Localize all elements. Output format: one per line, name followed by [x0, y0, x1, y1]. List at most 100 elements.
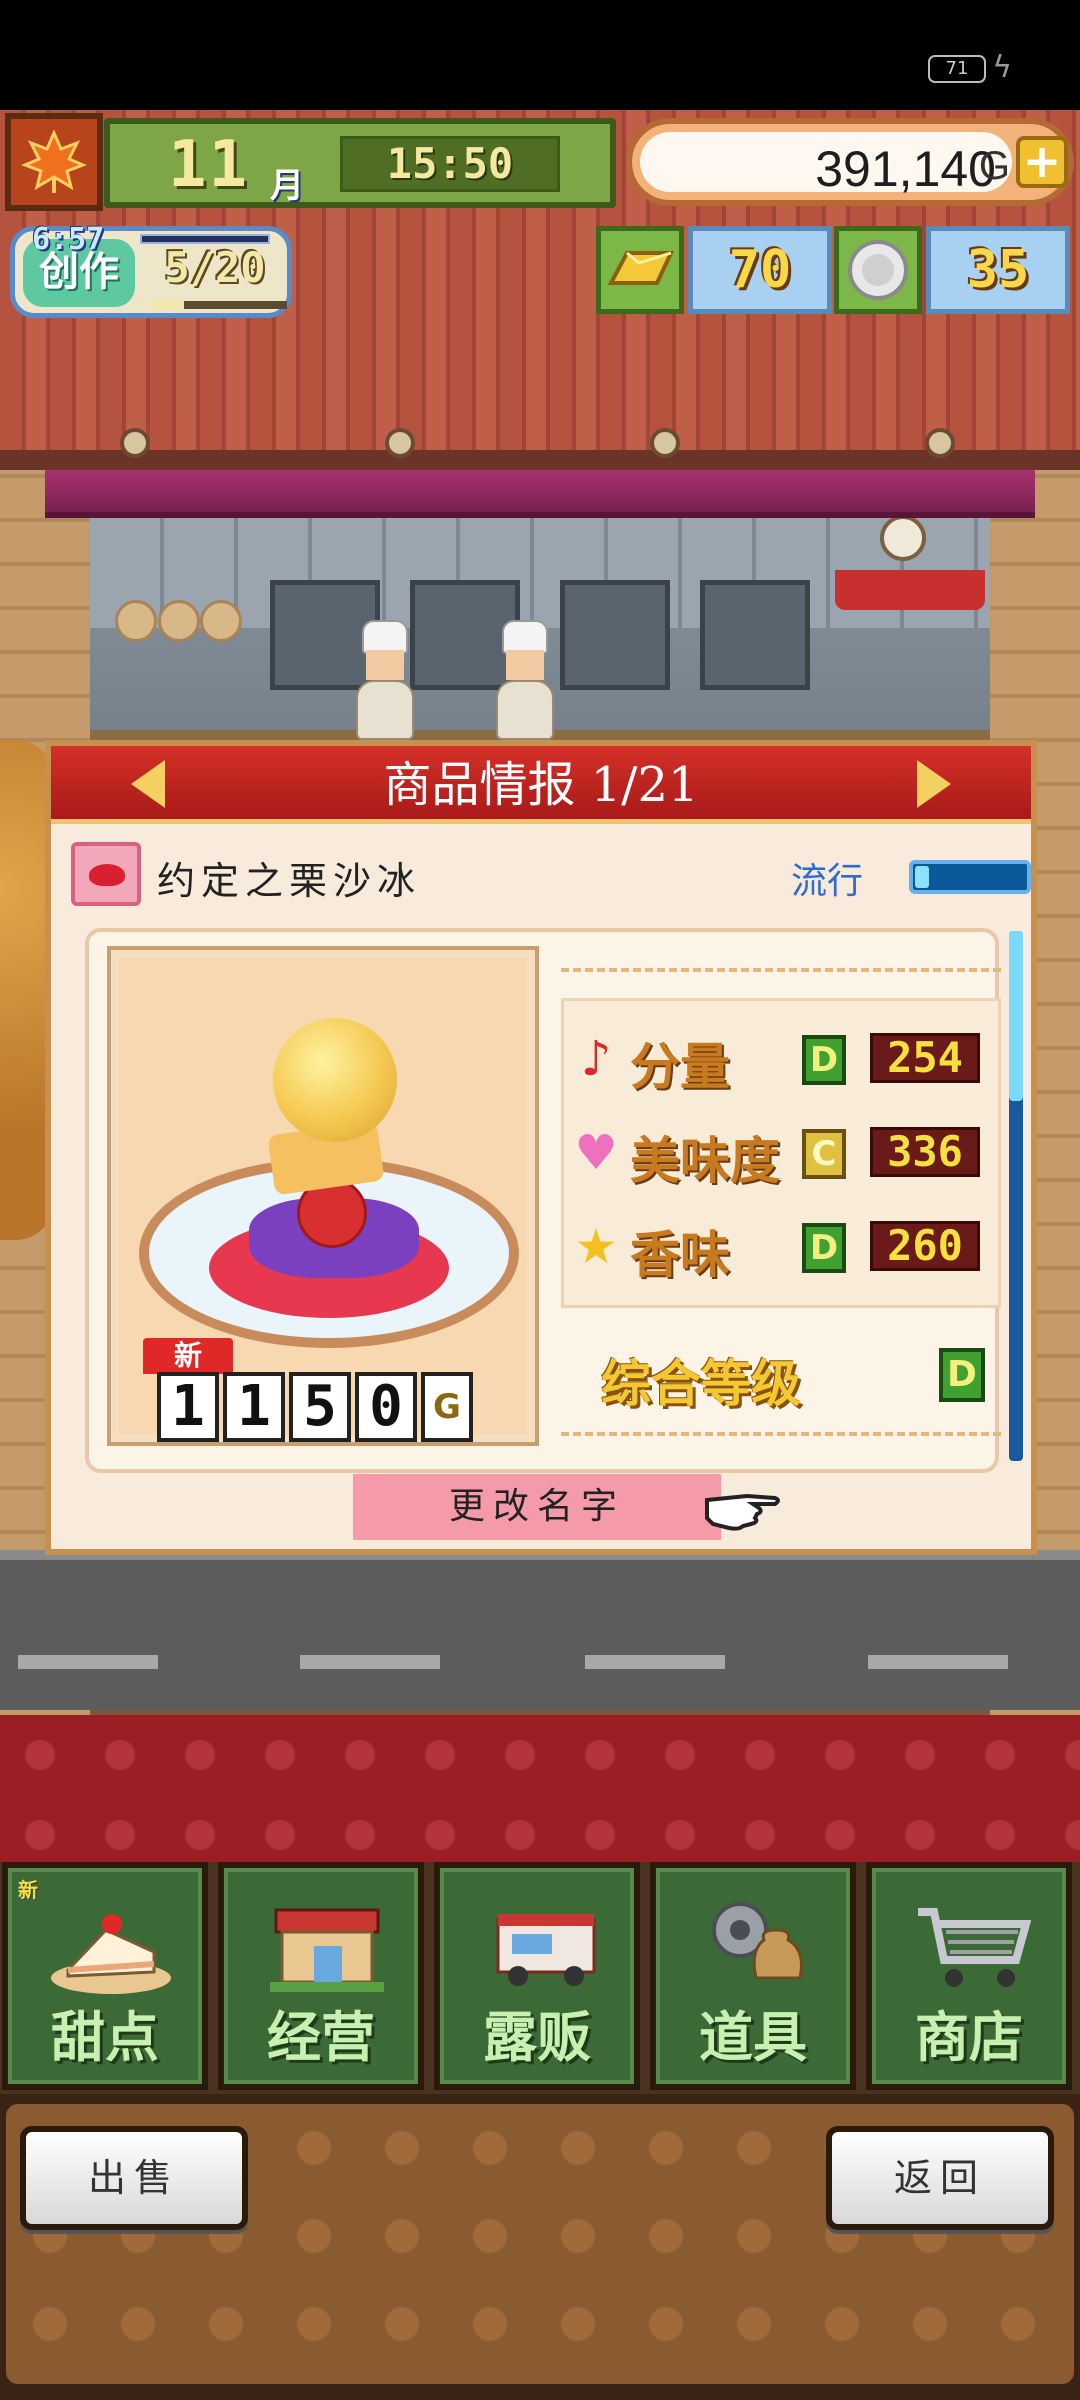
price-digit: 1: [157, 1372, 219, 1442]
food-truck-icon: [478, 1890, 608, 2000]
note-icon: ♪: [580, 1031, 612, 1087]
menu-store[interactable]: 商店: [866, 1862, 1072, 2090]
shop-building-icon: [262, 1890, 392, 2000]
stat-grade: D: [802, 1223, 846, 1273]
stat-label: 香味: [630, 1226, 730, 1284]
overall-grade-label: 综合等级: [601, 1355, 801, 1413]
cake-icon: [46, 1890, 176, 2000]
create-timer: 6:57: [32, 222, 105, 257]
stat-label: 美味度: [630, 1132, 780, 1190]
date-panel: 11 月 15:50: [104, 118, 616, 208]
stats-box: ♪ 分量 D 254 ♥ 美味度 C 336 ★ 香味 D 260: [561, 998, 1001, 1308]
chef-character[interactable]: [350, 620, 420, 740]
stats-panel: ♪ 分量 D 254 ♥ 美味度 C 336 ★ 香味 D 260 综合等级 D: [561, 968, 1001, 1438]
sell-button[interactable]: 出售: [20, 2126, 248, 2230]
money-value: 391,140: [815, 141, 996, 197]
money-panel: 391,140 G +: [626, 118, 1074, 206]
trend-bar: [909, 860, 1031, 894]
cart-icon: [910, 1890, 1040, 2000]
item-name: 约定之栗沙冰: [157, 859, 422, 903]
trend-label: 流行: [791, 861, 864, 902]
price-digit: 5: [289, 1372, 351, 1442]
month-number: 11: [168, 128, 250, 202]
footer: 出售 返回: [0, 2094, 1080, 2400]
menu-label: 道具: [699, 2006, 807, 2069]
road-marking: [300, 1655, 440, 1669]
price-display: 1 1 5 0 G: [157, 1372, 473, 1442]
create-timer-bar: [140, 234, 270, 244]
price-digit: 0: [355, 1372, 417, 1442]
clock-icon: [880, 515, 926, 561]
product-info-dialog: 商品情报 1/21 约定之栗沙冰 流行 新 1 1 5 0 G ♪ 分量 D 2…: [45, 740, 1037, 1555]
stat-grade: C: [802, 1129, 846, 1179]
roof-lamp: [925, 428, 955, 458]
scrollbar[interactable]: [1009, 931, 1023, 1461]
bread-icon: [200, 600, 242, 642]
dessert-category-icon: [71, 842, 141, 906]
road-marking: [18, 1655, 158, 1669]
star-icon: ★: [574, 1219, 618, 1275]
month-unit: 月: [270, 166, 304, 206]
dialog-header: 商品情报 1/21: [51, 746, 1031, 824]
chestnut-ball: [273, 1018, 397, 1142]
heart-icon: ♥: [574, 1125, 618, 1181]
add-money-button[interactable]: +: [1016, 136, 1068, 188]
menu-management[interactable]: 经营: [218, 1862, 424, 2090]
bread-icon: [115, 600, 157, 642]
road-marking: [585, 1655, 725, 1669]
season-leaf-icon: [5, 113, 103, 211]
road-marking: [868, 1655, 1008, 1669]
trend-fill: [915, 866, 929, 888]
battery-icon: 71: [928, 55, 986, 83]
food-illustration: 新 1 1 5 0 G: [119, 958, 527, 1442]
menu-dessert[interactable]: 新 甜点: [2, 1862, 208, 2090]
status-bar: 71 ϟ: [0, 0, 1080, 110]
oven: [560, 580, 670, 690]
menu-food-truck[interactable]: 露贩: [434, 1862, 640, 2090]
roof-lamp: [385, 428, 415, 458]
road: [0, 1550, 1080, 1710]
menu-label: 露贩: [483, 2006, 591, 2069]
new-badge: 新: [18, 1878, 38, 1902]
menu-label: 甜点: [51, 2006, 159, 2069]
menu-label: 商店: [915, 2006, 1023, 2069]
stat-row-taste: ♥ 美味度 C 336: [564, 1115, 1004, 1195]
dialog-title: 商品情报 1/21: [383, 757, 699, 813]
scrollbar-thumb[interactable]: [1009, 931, 1023, 1101]
item-row: 约定之栗沙冰 流行: [71, 842, 1031, 912]
stat-row-aroma: ★ 香味 D 260: [564, 1209, 1004, 1289]
food-image-frame: 新 1 1 5 0 G: [107, 946, 539, 1446]
oven: [700, 580, 810, 690]
create-count: 5/20: [164, 243, 266, 292]
bottom-menu: 新 甜点 经营 露贩 道具 商店: [0, 1862, 1080, 2094]
roof-lamp: [120, 428, 150, 458]
gold-bar-icon: [596, 226, 684, 314]
price-digit: 1: [223, 1372, 285, 1442]
divider: [561, 968, 1001, 972]
create-progress-bar: [149, 301, 287, 309]
chef-character[interactable]: [490, 620, 560, 740]
silver-medal-icon: [834, 226, 922, 314]
menu-items[interactable]: 道具: [650, 1862, 856, 2090]
gold-bar-count: 70: [688, 226, 832, 314]
stat-grade: D: [802, 1035, 846, 1085]
stat-value: 336: [870, 1127, 980, 1177]
next-arrow-icon[interactable]: [917, 760, 951, 808]
create-progress-fill: [149, 301, 184, 309]
clock-time: 15:50: [340, 136, 560, 192]
back-button[interactable]: 返回: [826, 2126, 1054, 2230]
pointing-hand-icon: [703, 1478, 783, 1532]
rename-button[interactable]: 更改名字: [353, 1474, 721, 1540]
bread-icon: [158, 600, 200, 642]
medal-count: 35: [926, 226, 1070, 314]
charging-icon: ϟ: [992, 50, 1012, 85]
menu-label: 经营: [267, 2006, 375, 2069]
stat-label: 分量: [630, 1038, 730, 1096]
side-awning: [835, 570, 985, 610]
stat-row-quantity: ♪ 分量 D 254: [564, 1021, 1004, 1101]
money-unit: G: [978, 144, 1010, 188]
overall-grade: D: [939, 1348, 985, 1402]
shop-awning: [45, 470, 1035, 518]
red-carpet: [0, 1715, 1080, 1875]
roof-lamp: [650, 428, 680, 458]
